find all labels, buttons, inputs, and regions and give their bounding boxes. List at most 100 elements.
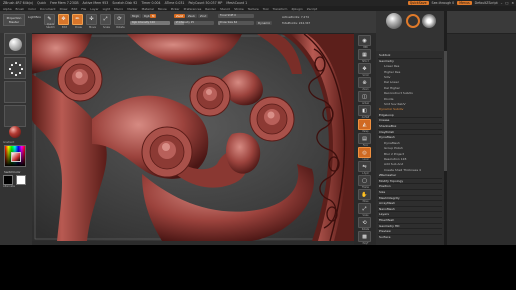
tool-palette-row[interactable]: DynaMesh bbox=[379, 135, 395, 139]
menu-preferences[interactable]: Preferences bbox=[184, 7, 202, 11]
tool-palette-row[interactable]: Preview bbox=[379, 229, 391, 233]
maximize-icon[interactable]: □ bbox=[505, 1, 508, 5]
menu-layer[interactable]: Layer bbox=[90, 7, 98, 11]
mrgb-button[interactable]: Mrgb bbox=[130, 14, 142, 18]
zadd-button[interactable]: Zadd bbox=[174, 14, 186, 18]
menu-zscript[interactable]: Zscript bbox=[307, 7, 317, 11]
see-through-slider[interactable]: See-through 0 bbox=[432, 1, 455, 5]
menu-marker[interactable]: Marker bbox=[127, 7, 137, 11]
projection-master-button[interactable]: Projection Master bbox=[3, 14, 25, 26]
tool-palette-row[interactable]: Del Lower bbox=[384, 80, 399, 84]
lsym-button[interactable]: ⇋ L.Sym bbox=[358, 161, 371, 175]
material-picker[interactable] bbox=[4, 121, 26, 143]
floor-button[interactable]: ▤ Floor bbox=[358, 133, 371, 147]
menu-alpha[interactable]: Alpha bbox=[3, 7, 12, 11]
tool-palette-row[interactable]: Geometry bbox=[379, 59, 394, 63]
tool-palette-row[interactable]: ClayPolish bbox=[379, 130, 394, 134]
switch-color-button[interactable]: SwitchColor bbox=[4, 170, 21, 174]
tool-palette-row[interactable]: ShadowBox bbox=[379, 124, 396, 128]
eraser-brush-thumbnail[interactable] bbox=[422, 14, 436, 28]
z-intensity-slider[interactable]: Z Intensity 25 bbox=[174, 21, 214, 25]
dynamic-button[interactable]: Dynamic bbox=[256, 21, 273, 25]
tool-palette-row[interactable]: Group Polish bbox=[384, 146, 403, 150]
frame-button[interactable]: ▢ Frame bbox=[358, 175, 371, 189]
tool-palette-row[interactable]: Layers bbox=[379, 212, 389, 216]
tool-palette-row[interactable]: NanoMesh bbox=[379, 207, 395, 211]
tool-palette-row[interactable]: MeshIntegrity bbox=[379, 196, 400, 200]
tool-palette-row[interactable]: ZRemesher bbox=[379, 173, 396, 177]
rgb-intensity-slider[interactable]: Rgb Intensity 100 bbox=[130, 21, 170, 25]
scroll-button[interactable]: ✥ Scroll bbox=[358, 63, 371, 77]
menu-transform[interactable]: Transform bbox=[273, 7, 288, 11]
palette-scrollbar[interactable] bbox=[444, 11, 447, 245]
draw-size-slider[interactable]: Draw Size 64 bbox=[218, 21, 254, 25]
alternate-label[interactable]: Alternate bbox=[3, 185, 15, 188]
menu-picker[interactable]: Picker bbox=[171, 7, 180, 11]
tool-palette-row[interactable]: Position bbox=[379, 184, 391, 188]
tool-palette-row[interactable]: Lower Res bbox=[384, 64, 399, 68]
menu-macro[interactable]: Macro bbox=[114, 7, 123, 11]
tool-palette-row[interactable]: Blur 2 Project bbox=[384, 152, 404, 156]
tool-palette-row[interactable]: Geometry HD bbox=[379, 224, 399, 228]
tool-palette-row[interactable]: Higher Res bbox=[384, 70, 400, 74]
menu-edit[interactable]: Edit bbox=[71, 7, 77, 11]
polyf-button[interactable]: ▩ PolyF bbox=[358, 231, 371, 245]
menu-file[interactable]: File bbox=[81, 7, 86, 11]
quicksave-button[interactable]: QuickSave bbox=[407, 0, 429, 6]
tool-palette-row[interactable]: Crease bbox=[379, 118, 389, 122]
aahalf-button[interactable]: ◧ AAHalf bbox=[358, 105, 371, 119]
menu-render[interactable]: Render bbox=[205, 7, 216, 11]
color-picker-center[interactable] bbox=[11, 152, 21, 162]
close-icon[interactable]: × bbox=[511, 1, 514, 5]
brush-picker[interactable] bbox=[4, 33, 26, 55]
tool-palette-row[interactable]: Divide bbox=[384, 97, 394, 101]
focal-shift-slider[interactable]: Focal Shift 0 bbox=[218, 14, 254, 18]
menu-light[interactable]: Light bbox=[103, 7, 111, 11]
menu-texture[interactable]: Texture bbox=[248, 7, 259, 11]
menu-movie[interactable]: Movie bbox=[158, 7, 167, 11]
zoom-button[interactable]: ⊕ Zoom bbox=[358, 77, 371, 91]
secondary-color-swatch[interactable] bbox=[16, 175, 26, 185]
menu-material[interactable]: Material bbox=[142, 7, 154, 11]
menu-zplugin[interactable]: Zplugin bbox=[291, 7, 302, 11]
dock-move-button[interactable]: ✋ Move bbox=[358, 189, 371, 203]
menu-draw[interactable]: Draw bbox=[60, 7, 68, 11]
dock-rotate-button[interactable]: ⟲ Rotate bbox=[358, 217, 371, 231]
tool-palette-row[interactable]: Surface bbox=[379, 235, 390, 239]
tool-sphere-thumbnail[interactable] bbox=[386, 13, 402, 29]
rotate-button[interactable]: ⟳ Rotate bbox=[114, 14, 125, 29]
tool-palette-row[interactable]: Sdiv bbox=[384, 75, 390, 79]
zsub-button[interactable]: Zsub bbox=[186, 14, 197, 18]
tool-palette-row[interactable]: FiberMesh bbox=[379, 218, 394, 222]
gradient-label[interactable]: Gradient bbox=[3, 141, 14, 144]
minimize-icon[interactable]: – bbox=[501, 1, 503, 5]
m-button[interactable]: M bbox=[150, 14, 157, 18]
tool-palette-row[interactable]: Subtool bbox=[379, 53, 390, 57]
menu-color[interactable]: Color bbox=[28, 7, 36, 11]
tool-palette-row[interactable]: Resolution 128 bbox=[384, 157, 406, 161]
draw-button[interactable]: ✏ Draw bbox=[72, 14, 83, 29]
move-button[interactable]: ✣ Move bbox=[86, 14, 97, 29]
tool-palette-row[interactable]: Size bbox=[379, 190, 385, 194]
simple-brush-thumbnail[interactable] bbox=[406, 14, 420, 28]
stroke-picker[interactable] bbox=[4, 57, 26, 79]
menu-brush[interactable]: Brush bbox=[16, 7, 25, 11]
tool-palette-row[interactable]: ArrayMesh bbox=[379, 201, 395, 205]
tool-palette-row[interactable]: Dynamic Subdiv bbox=[379, 107, 403, 111]
menu-tool[interactable]: Tool bbox=[263, 7, 269, 11]
local-button[interactable]: ◎ Local bbox=[358, 147, 371, 161]
bpr-button[interactable]: ◉ BPR bbox=[358, 35, 371, 49]
tool-palette-row[interactable]: Add Sub And bbox=[384, 162, 403, 166]
tool-palette-row[interactable]: Modify Topology bbox=[379, 179, 403, 183]
color-picker[interactable] bbox=[4, 145, 26, 167]
quick-sketch-button[interactable]: ✎ Quick Sketch bbox=[44, 14, 55, 29]
palette-scrollbar-thumb[interactable] bbox=[444, 51, 447, 171]
menu-stroke[interactable]: Stroke bbox=[234, 7, 244, 11]
main-color-swatch[interactable] bbox=[3, 175, 13, 185]
actual-button[interactable]: ◫ Actual bbox=[358, 91, 371, 105]
lightbox-button[interactable]: LightBox bbox=[28, 15, 41, 19]
menus-button[interactable]: Menus bbox=[457, 0, 472, 6]
persp-button[interactable]: ◭ Persp bbox=[358, 119, 371, 133]
title-quick[interactable]: Quick bbox=[37, 1, 46, 5]
menu-stencil[interactable]: Stencil bbox=[220, 7, 230, 11]
